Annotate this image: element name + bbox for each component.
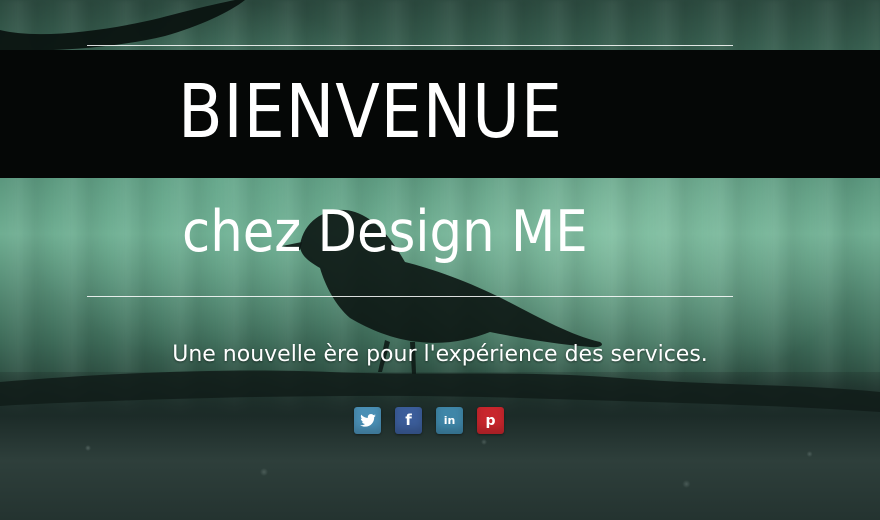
top-divider	[87, 45, 733, 46]
twitter-icon	[359, 414, 376, 427]
pinterest-button[interactable]: p	[477, 407, 504, 434]
linkedin-button[interactable]: in	[436, 407, 463, 434]
pinterest-icon: p	[485, 412, 496, 429]
bottom-divider	[87, 296, 733, 297]
linkedin-icon: in	[443, 414, 456, 427]
facebook-icon: f	[405, 411, 412, 429]
hero-subtitle: chez Design ME	[182, 199, 588, 265]
twitter-button[interactable]	[354, 407, 381, 434]
hero-section: BIENVENUE chez Design ME Une nouvelle èr…	[0, 0, 880, 520]
hero-tagline: Une nouvelle ère pour l'expérience des s…	[172, 342, 708, 367]
facebook-button[interactable]: f	[395, 407, 422, 434]
social-links: f in p	[354, 407, 504, 434]
hero-title: BIENVENUE	[178, 69, 563, 155]
